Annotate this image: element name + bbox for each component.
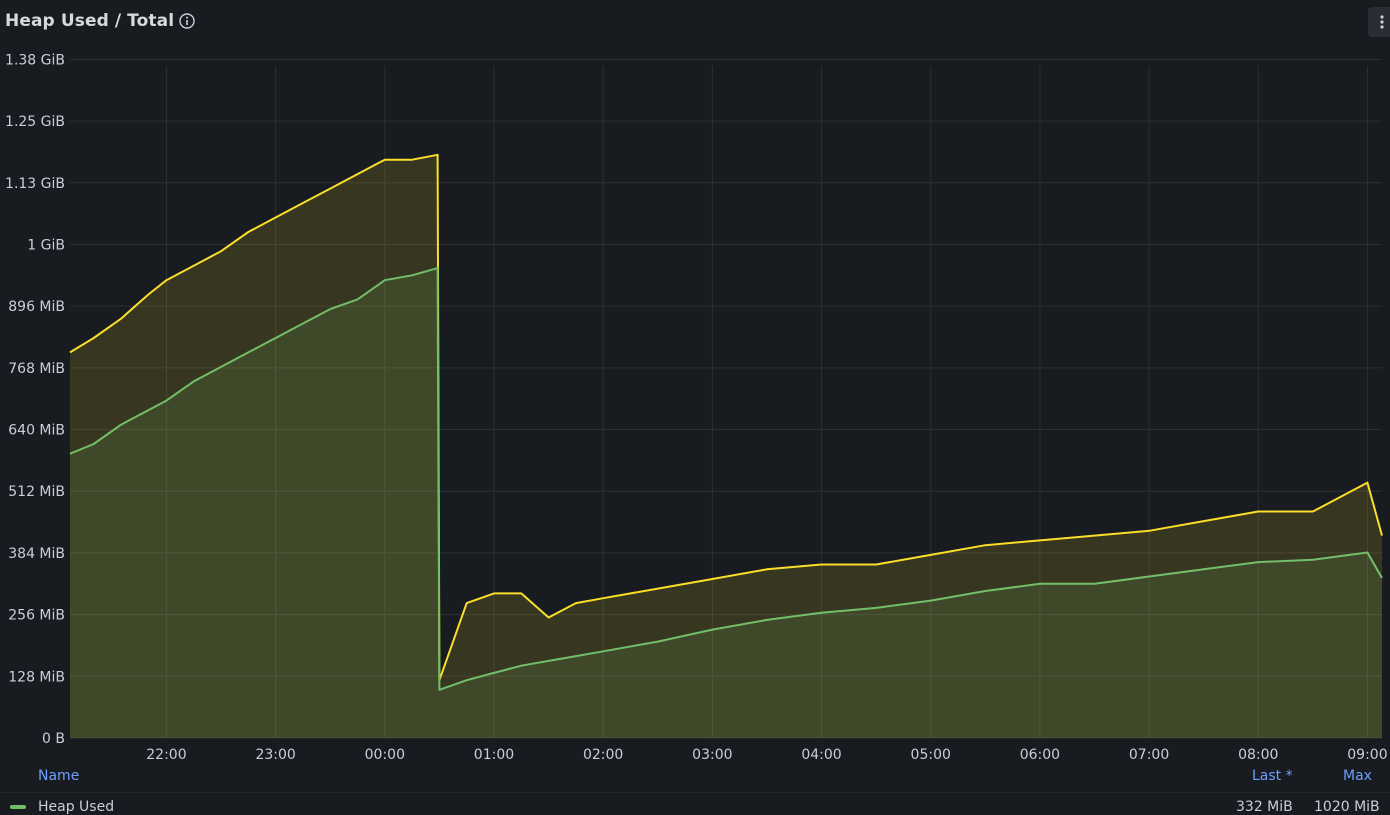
legend-name-header[interactable]: Name	[38, 768, 79, 784]
x-tick-label: 04:00	[801, 747, 841, 763]
legend-last-header[interactable]: Last *	[1252, 768, 1293, 784]
x-tick-label: 23:00	[255, 747, 295, 763]
legend-row[interactable]: Heap Used 332 MiB 1020 MiB	[0, 792, 1390, 808]
y-tick-label: 256 MiB	[8, 608, 65, 624]
y-tick-label: 512 MiB	[8, 484, 65, 500]
x-tick-label: 02:00	[583, 747, 623, 763]
x-tick-label: 01:00	[474, 747, 514, 763]
y-tick-label: 1.25 GiB	[5, 114, 65, 130]
x-tick-label: 00:00	[365, 747, 405, 763]
timeseries-panel: Heap Used / Total 0 B128 MiB256 MiB384 M…	[0, 0, 1390, 807]
y-tick-label: 1.38 GiB	[5, 52, 65, 68]
x-tick-label: 07:00	[1129, 747, 1169, 763]
chart-canvas[interactable]: 0 B 128 MiB 256 MiB 384 MiB 512 MiB 640 MiB 76…	[0, 0, 1390, 765]
legend-max-header[interactable]: Max	[1343, 768, 1372, 784]
legend-series-name: Heap Used	[38, 799, 114, 815]
legend-max-value: 1020 MiB	[1314, 799, 1380, 815]
y-tick-label: 0 B	[42, 731, 65, 747]
x-tick-label: 08:00	[1238, 747, 1278, 763]
x-tick-label: 09:00	[1347, 747, 1387, 763]
y-tick-label: 384 MiB	[8, 546, 65, 562]
x-tick-label: 22:00	[146, 747, 186, 763]
legend-last-value: 332 MiB	[1236, 799, 1293, 815]
legend-color-swatch	[10, 805, 26, 809]
y-tick-label: 768 MiB	[8, 361, 65, 377]
y-tick-label: 128 MiB	[8, 669, 65, 685]
y-tick-label: 640 MiB	[8, 423, 65, 439]
x-tick-label: 06:00	[1020, 747, 1060, 763]
y-tick-label: 1 GiB	[27, 237, 65, 253]
y-tick-label: 1.13 GiB	[5, 176, 65, 192]
y-tick-label: 896 MiB	[8, 299, 65, 315]
x-tick-label: 05:00	[911, 747, 951, 763]
x-tick-label: 03:00	[692, 747, 732, 763]
